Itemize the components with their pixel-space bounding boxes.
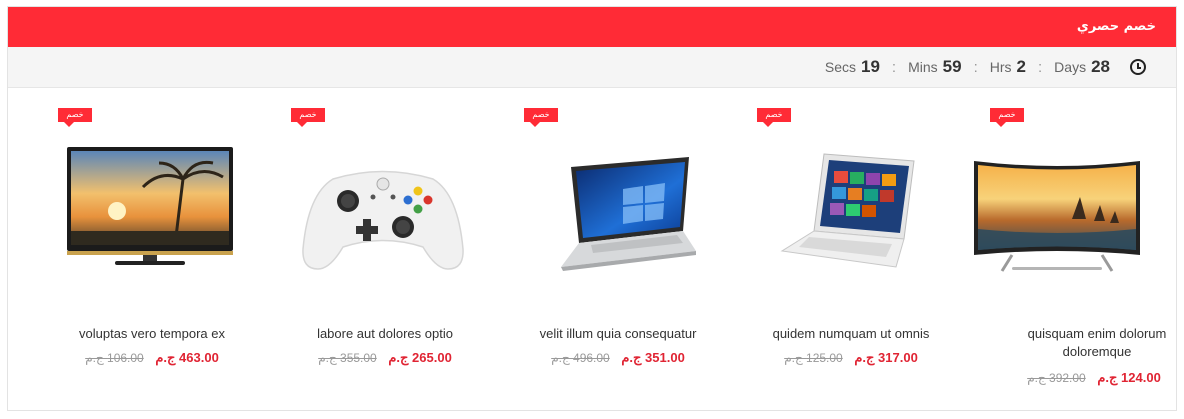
discount-badge: خصم bbox=[757, 108, 791, 127]
product-old-price: 496.00 ج.م bbox=[551, 351, 610, 365]
product-card[interactable]: خصم velit illum quia consequatur 351.00 … bbox=[501, 87, 735, 407]
product-prices: 124.00 ج.م 392.00 ج.م bbox=[977, 370, 1184, 386]
product-prices: 463.00 ج.م 106.00 ج.م bbox=[35, 350, 269, 366]
deal-panel: خصم حصري Secs 19 : Mins 59 : Hrs 2 : Day… bbox=[7, 6, 1177, 411]
product-price: 463.00 ج.م bbox=[155, 350, 219, 365]
mins-value: 59 bbox=[942, 57, 962, 76]
product-price: 124.00 ج.م bbox=[1097, 370, 1161, 385]
product-card[interactable]: خصم voluptas vero tempora ex 463.00 ج.م … bbox=[35, 87, 269, 407]
product-old-price: 392.00 ج.م bbox=[1027, 371, 1086, 385]
product-name[interactable]: labore aut dolores optio bbox=[285, 325, 485, 343]
product-name[interactable]: quisquam enim dolorum doloremque bbox=[997, 325, 1184, 361]
product-image[interactable] bbox=[764, 139, 934, 289]
product-old-price: 125.00 ج.م bbox=[784, 351, 843, 365]
product-price: 317.00 ج.م bbox=[854, 350, 918, 365]
days-value: 28 bbox=[1091, 57, 1110, 76]
hours-label: Hrs bbox=[989, 59, 1012, 75]
product-card[interactable]: خصم labore aut dolores optio 265.00 ج.م … bbox=[268, 87, 502, 407]
separator: : bbox=[1038, 58, 1043, 76]
product-card[interactable]: خصم quisquam enim dolorum doloremque 124… bbox=[967, 87, 1184, 407]
product-name[interactable]: voluptas vero tempora ex bbox=[52, 325, 252, 343]
product-image[interactable] bbox=[65, 139, 235, 289]
discount-badge: خصم bbox=[58, 108, 92, 127]
separator: : bbox=[973, 58, 978, 76]
product-prices: 265.00 ج.م 355.00 ج.م bbox=[268, 350, 502, 366]
product-name[interactable]: quidem numquam ut omnis bbox=[751, 325, 951, 343]
discount-badge: خصم bbox=[291, 108, 325, 127]
clock-icon bbox=[1130, 59, 1146, 75]
product-image[interactable] bbox=[531, 139, 701, 289]
secs-label: Secs bbox=[824, 59, 856, 75]
product-old-price: 355.00 ج.م bbox=[318, 351, 377, 365]
secs-value: 19 bbox=[861, 57, 880, 76]
separator: : bbox=[891, 58, 897, 76]
product-image[interactable] bbox=[972, 139, 1142, 289]
product-prices: 317.00 ج.م 125.00 ج.م bbox=[734, 350, 968, 366]
product-name[interactable]: velit illum quia consequatur bbox=[518, 325, 718, 343]
countdown-timer: Secs 19 : Mins 59 : Hrs 2 : Days 28 bbox=[825, 55, 1146, 79]
days-label: Days bbox=[1054, 59, 1087, 75]
discount-badge: خصم bbox=[524, 108, 558, 127]
discount-badge: خصم bbox=[990, 108, 1024, 127]
product-price: 265.00 ج.م bbox=[388, 350, 452, 365]
deal-banner: خصم حصري bbox=[8, 7, 1176, 47]
product-old-price: 106.00 ج.م bbox=[85, 351, 144, 365]
product-card[interactable]: خصم quidem numquam ut omnis 317.00 ج.م 1… bbox=[734, 87, 968, 407]
countdown-bar: Secs 19 : Mins 59 : Hrs 2 : Days 28 bbox=[8, 47, 1176, 88]
deal-title: خصم حصري bbox=[1076, 19, 1156, 34]
product-price: 351.00 ج.م bbox=[621, 350, 685, 365]
hours-value: 2 bbox=[1016, 57, 1026, 76]
mins-label: Mins bbox=[908, 59, 938, 75]
product-image[interactable] bbox=[298, 139, 468, 289]
product-prices: 351.00 ج.م 496.00 ج.م bbox=[501, 350, 735, 366]
